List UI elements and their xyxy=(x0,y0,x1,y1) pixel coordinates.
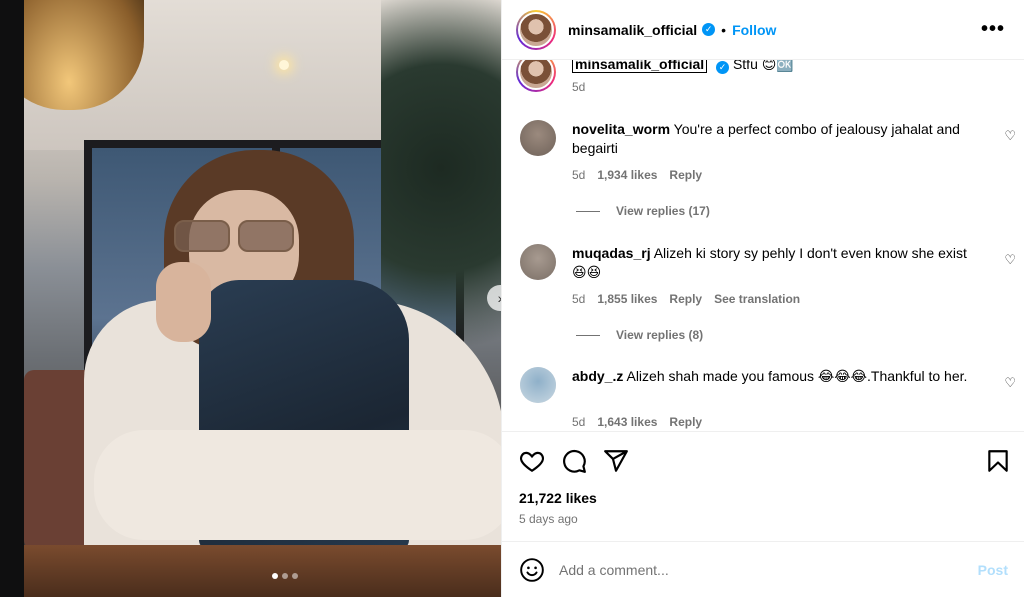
comment-item: abdy_.z Alizeh shah made you famous 😂😂😂.… xyxy=(516,367,1016,431)
avatar-image xyxy=(518,11,554,48)
view-replies-label: View replies (17) xyxy=(616,204,710,218)
smiley-icon[interactable] xyxy=(519,557,545,583)
photo-sunglasses xyxy=(174,220,294,252)
share-icon[interactable] xyxy=(603,448,629,474)
avatar-image xyxy=(520,120,556,156)
photo-hand xyxy=(156,262,211,342)
commenter-avatar[interactable] xyxy=(520,244,556,280)
avatar-image xyxy=(518,60,554,90)
author-avatar[interactable] xyxy=(516,9,556,50)
post-header: minsamalik_official ✓ • Follow ••• xyxy=(502,0,1024,60)
photo-bulb xyxy=(279,60,289,70)
comment-time: 5d xyxy=(572,168,586,182)
comment-time: 5d xyxy=(572,292,586,306)
lens-left xyxy=(174,220,230,252)
post-date[interactable]: 5 days ago xyxy=(519,512,578,526)
comment-item: muqadas_rj Alizeh ki story sy pehly I do… xyxy=(516,244,1016,354)
comment-username[interactable]: novelita_worm xyxy=(572,121,670,137)
comment-likes[interactable]: 1,643 likes xyxy=(597,415,657,429)
carousel-dot xyxy=(272,573,278,579)
view-replies-label: View replies (8) xyxy=(616,328,704,342)
author-username[interactable]: minsamalik_official xyxy=(568,22,697,38)
lens-right xyxy=(238,220,294,252)
commenter-avatar[interactable] xyxy=(520,367,556,403)
verified-badge-icon: ✓ xyxy=(716,61,730,74)
caption-time: 5d xyxy=(572,80,586,94)
like-comment-icon[interactable]: ♡ xyxy=(1004,252,1016,268)
replies-line xyxy=(576,210,600,212)
comment-item: novelita_worm You're a perfect combo of … xyxy=(516,120,1016,230)
comment-username[interactable]: muqadas_rj xyxy=(572,245,651,261)
post-side-panel: minsamalik_official ✓ • Follow ••• minsa… xyxy=(501,0,1024,597)
comment-input[interactable] xyxy=(559,561,959,578)
more-options-icon[interactable]: ••• xyxy=(981,18,1005,41)
comment-meta: 5d 1,643 likes Reply xyxy=(572,415,702,429)
comment-icon[interactable] xyxy=(561,448,587,474)
caption-row: minsamalik_official ✓ Stfu 😊🆗 xyxy=(516,60,794,100)
caption-text-wrap: minsamalik_official ✓ Stfu 😊🆗 xyxy=(572,60,794,74)
comment-username[interactable]: abdy_.z xyxy=(572,368,623,384)
comment-body: novelita_worm You're a perfect combo of … xyxy=(572,120,982,158)
comment-body: muqadas_rj Alizeh ki story sy pehly I do… xyxy=(572,244,982,282)
replies-line xyxy=(576,334,600,336)
comment-composer: Post xyxy=(502,541,1024,597)
likes-count[interactable]: 21,722 likes xyxy=(519,490,597,506)
like-comment-icon[interactable]: ♡ xyxy=(1004,128,1016,144)
like-comment-icon[interactable]: ♡ xyxy=(1004,375,1016,391)
caption-text: Stfu 😊🆗 xyxy=(732,60,794,72)
carousel-dot xyxy=(292,573,298,579)
avatar-image xyxy=(520,244,556,280)
reply-button[interactable]: Reply xyxy=(669,415,702,429)
carousel-dot xyxy=(282,573,288,579)
comment-likes[interactable]: 1,855 likes xyxy=(597,292,657,306)
comment-likes[interactable]: 1,934 likes xyxy=(597,168,657,182)
heart-icon[interactable] xyxy=(519,448,545,474)
caption-username[interactable]: minsamalik_official xyxy=(572,60,708,73)
photo-arm xyxy=(94,430,501,540)
bookmark-icon[interactable] xyxy=(985,448,1011,474)
view-replies-button[interactable]: View replies (17) xyxy=(576,204,710,218)
comment-meta: 5d 1,855 likes Reply See translation xyxy=(572,292,800,306)
reply-button[interactable]: Reply xyxy=(669,168,702,182)
comment-time: 5d xyxy=(572,415,586,429)
commenter-avatar[interactable] xyxy=(520,120,556,156)
caption-avatar[interactable] xyxy=(516,60,556,92)
photo-table xyxy=(24,545,501,597)
comment-text: Alizeh shah made you famous 😂😂😂.Thankful… xyxy=(626,368,968,384)
follow-button[interactable]: Follow xyxy=(732,22,776,38)
header-separator: • xyxy=(721,21,727,38)
comments-list[interactable]: minsamalik_official ✓ Stfu 😊🆗 5d novelit… xyxy=(502,60,1024,431)
avatar-image xyxy=(520,367,556,403)
see-translation-button[interactable]: See translation xyxy=(714,292,800,306)
carousel-dots xyxy=(272,573,298,579)
post-photo: › xyxy=(24,0,501,597)
post-actions xyxy=(502,431,1024,489)
reply-button[interactable]: Reply xyxy=(669,292,702,306)
comment-body: abdy_.z Alizeh shah made you famous 😂😂😂.… xyxy=(572,367,982,386)
comment-meta: 5d 1,934 likes Reply xyxy=(572,168,702,182)
verified-badge-icon: ✓ xyxy=(702,23,716,36)
post-comment-button[interactable]: Post xyxy=(978,562,1008,578)
view-replies-button[interactable]: View replies (8) xyxy=(576,328,703,342)
